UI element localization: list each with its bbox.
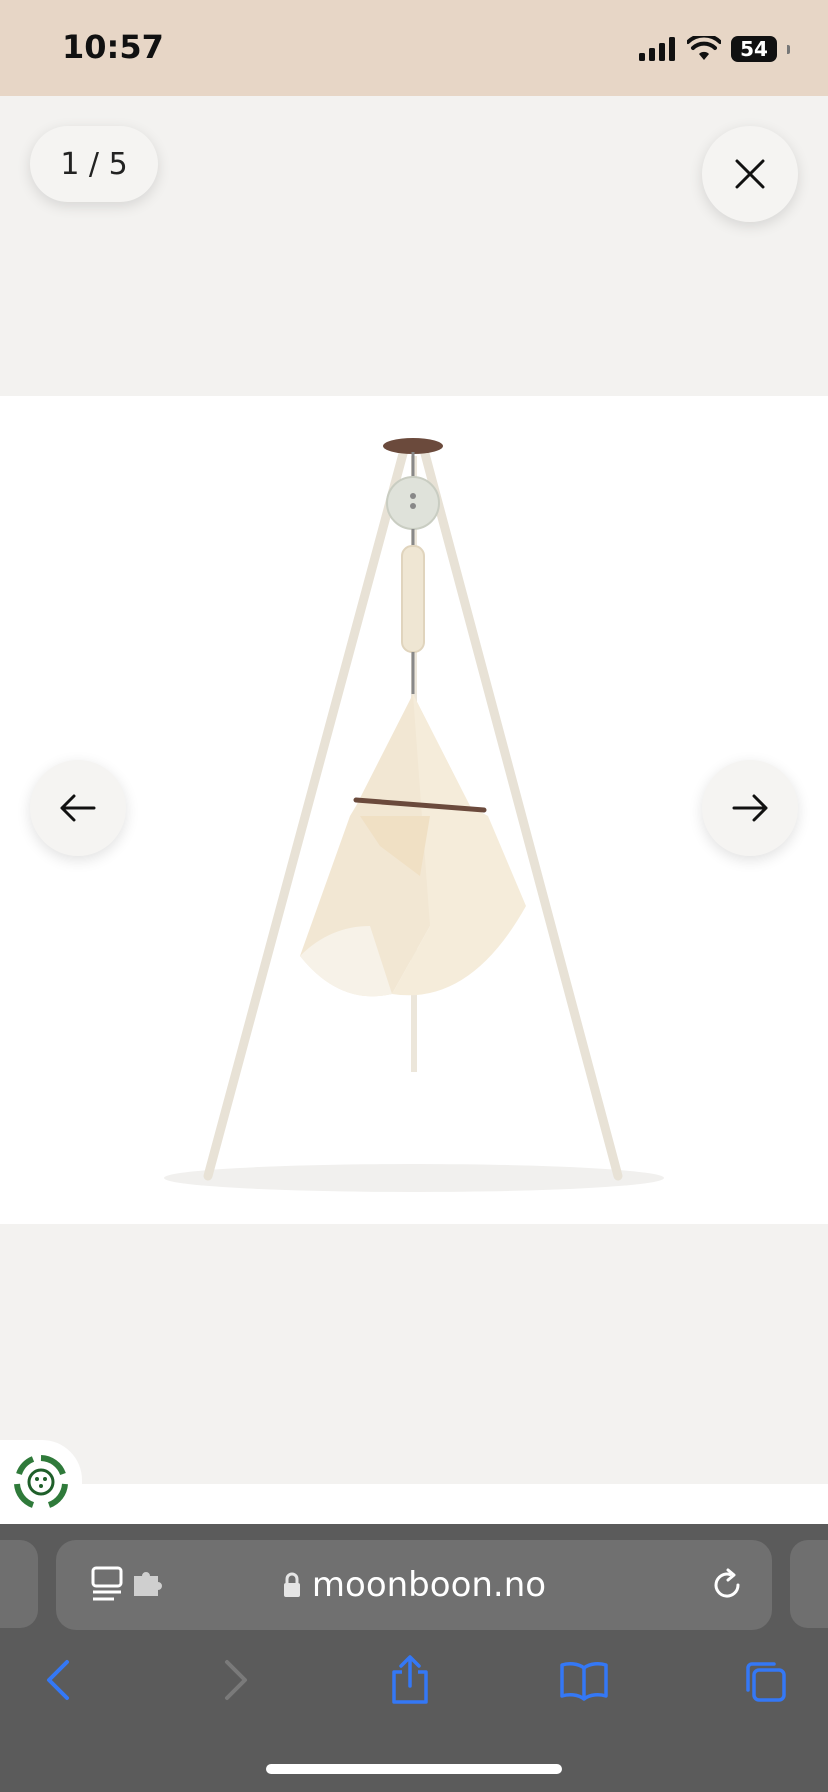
address-bar[interactable]: moonboon.no — [56, 1540, 772, 1630]
eco-recycle-badge-icon — [14, 1455, 68, 1508]
battery-icon: 54 — [731, 36, 777, 62]
share-icon — [392, 1655, 428, 1704]
cellular-signal-icon — [639, 37, 675, 61]
status-time: 10:57 — [62, 28, 164, 66]
tabs-button[interactable] — [734, 1650, 794, 1710]
next-image-button[interactable] — [702, 760, 798, 856]
status-icons: 54 — [639, 34, 790, 64]
battery-tip — [787, 44, 790, 54]
bookmarks-icon — [560, 1662, 608, 1701]
back-button[interactable] — [28, 1650, 88, 1710]
arrow-right-icon — [732, 794, 768, 822]
status-bar: 10:57 54 — [0, 0, 828, 96]
close-icon — [735, 159, 765, 189]
bookmarks-button[interactable] — [554, 1650, 614, 1710]
close-button[interactable] — [702, 126, 798, 222]
url-display: moonboon.no — [56, 1540, 772, 1630]
wifi-icon — [687, 36, 721, 60]
reload-icon — [714, 1568, 740, 1598]
forward-icon — [225, 1660, 247, 1700]
page-bottom-strip — [0, 1484, 828, 1524]
lock-icon — [283, 1572, 300, 1597]
image-counter: 1 / 5 — [30, 126, 158, 202]
tabs-icon — [746, 1662, 786, 1702]
previous-tab-preview[interactable] — [0, 1540, 38, 1628]
eco-badge-button[interactable] — [0, 1440, 82, 1524]
back-icon — [47, 1660, 69, 1700]
arrow-left-icon — [60, 794, 96, 822]
reload-button[interactable] — [708, 1566, 746, 1609]
next-tab-preview[interactable] — [790, 1540, 828, 1628]
home-indicator[interactable] — [266, 1764, 562, 1774]
previous-image-button[interactable] — [30, 760, 126, 856]
share-button[interactable] — [380, 1650, 440, 1710]
url-text: moonboon.no — [311, 1565, 547, 1605]
forward-button[interactable] — [206, 1650, 266, 1710]
